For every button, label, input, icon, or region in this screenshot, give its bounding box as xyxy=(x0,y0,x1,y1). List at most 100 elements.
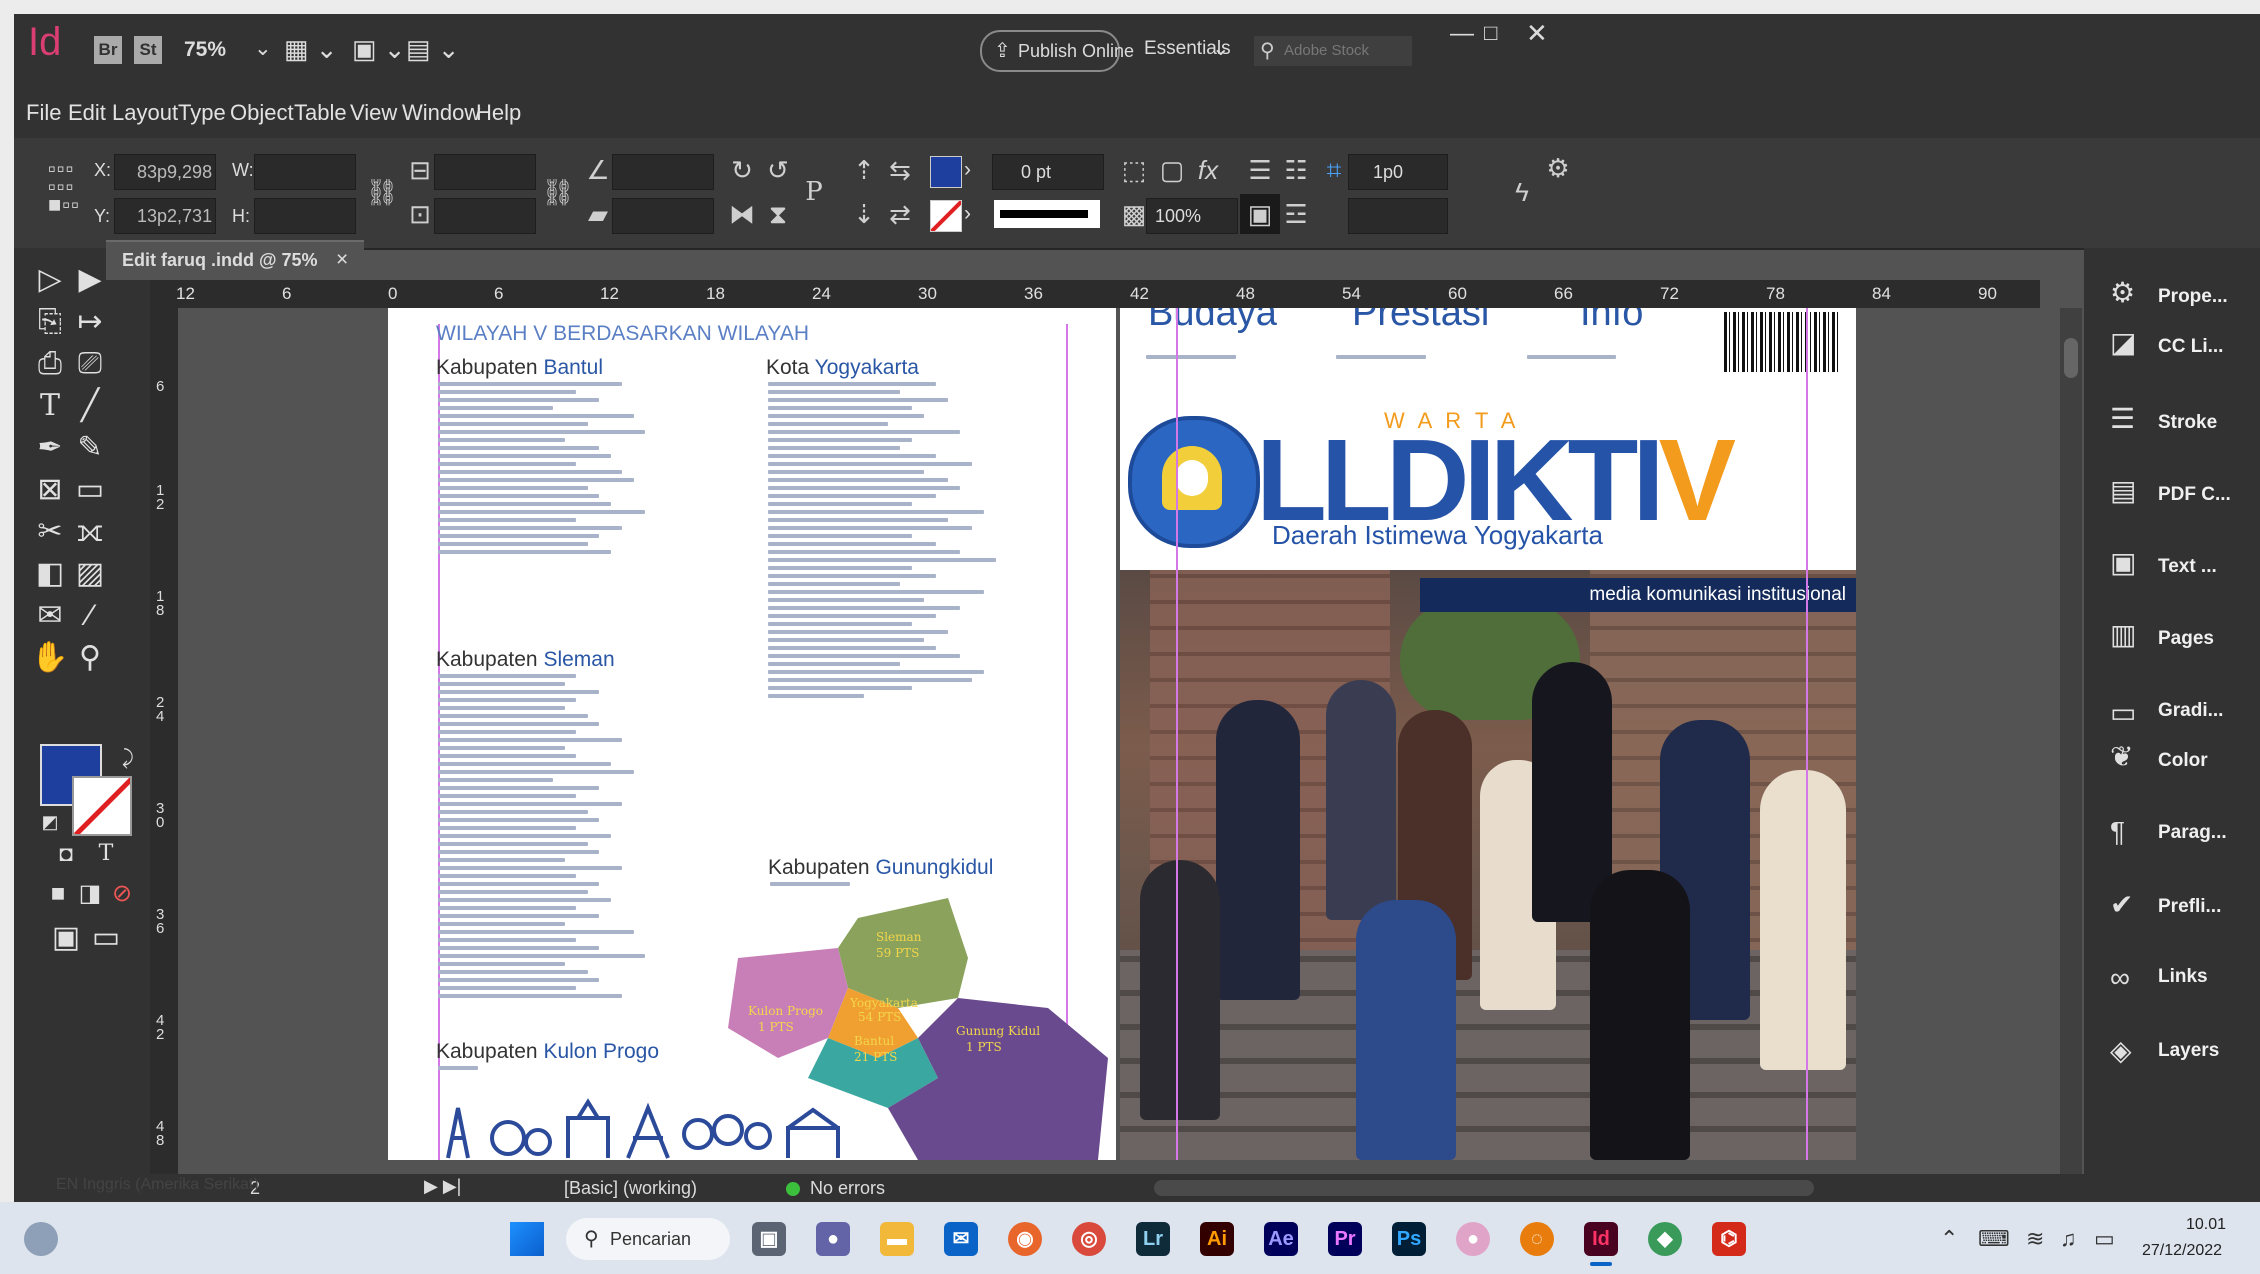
select-previous-icon[interactable]: ⇆ xyxy=(880,150,920,190)
task-view-icon[interactable]: ▣ xyxy=(752,1222,786,1256)
menu-type[interactable]: Type xyxy=(178,100,226,126)
select-content-icon[interactable]: ⇣ xyxy=(844,194,884,234)
menu-view[interactable]: View xyxy=(350,100,397,126)
menu-help[interactable]: Help xyxy=(476,100,521,126)
w-field[interactable] xyxy=(254,154,356,190)
preflight-profile[interactable]: [Basic] (working) xyxy=(564,1178,697,1199)
start-button[interactable] xyxy=(510,1222,544,1256)
scale-x-field[interactable] xyxy=(434,154,536,190)
layers-panel-icon[interactable]: ◈ xyxy=(2110,1034,2132,1067)
premiere-icon[interactable]: Pr xyxy=(1328,1222,1362,1256)
rotate-ccw-icon[interactable]: ↺ xyxy=(758,150,798,190)
flip-vertical-icon[interactable]: ⧗ xyxy=(758,194,798,234)
document-tab[interactable]: Edit faruq .indd @ 75% × xyxy=(106,240,365,280)
screen-mode-icon[interactable]: ▣ ⌄ xyxy=(352,34,406,65)
rectangle-tool-icon[interactable]: ▭ xyxy=(68,468,112,512)
panel-gradient[interactable]: Gradi... xyxy=(2158,700,2223,722)
eyedropper-tool-icon[interactable]: ⁄ xyxy=(68,594,112,638)
direction-p-icon[interactable]: P xyxy=(794,172,834,212)
settings-gear-icon[interactable]: ⚙ xyxy=(1538,148,1578,188)
cc-libraries-panel-icon[interactable]: ◪ xyxy=(2110,326,2136,359)
rotate-field[interactable] xyxy=(612,154,714,190)
content-collector-icon[interactable]: ⎙ xyxy=(28,342,72,386)
preflight-status[interactable]: No errors xyxy=(810,1178,885,1199)
illustrator-icon[interactable]: Ai xyxy=(1200,1222,1234,1256)
panel-links[interactable]: Links xyxy=(2158,966,2208,988)
zoom-tool-icon[interactable]: ⚲ xyxy=(68,636,112,680)
paint-icon[interactable]: ● xyxy=(1456,1222,1490,1256)
constrain-proportions-icon[interactable]: ⛓ xyxy=(362,172,402,212)
chrome-icon[interactable]: ◎ xyxy=(1072,1222,1106,1256)
zoom-level[interactable]: 75% xyxy=(184,38,226,62)
opacity-field[interactable]: 100% xyxy=(1146,198,1238,234)
pen-tool-icon[interactable]: ✒ xyxy=(28,426,72,470)
swap-colors-icon[interactable]: ⤸ xyxy=(106,736,150,780)
tray-chevron-icon[interactable]: ⌃ xyxy=(1940,1226,1958,1252)
free-transform-tool-icon[interactable]: ⟗ xyxy=(68,510,112,554)
select-next-icon[interactable]: ⇄ xyxy=(880,194,920,234)
close-tab-icon[interactable]: × xyxy=(336,248,348,271)
right-page-cover[interactable]: Budaya Prestasi Info W A R T A LLDIKTIV … xyxy=(1120,308,1856,1160)
arrange-documents-icon[interactable]: ▤ ⌄ xyxy=(406,34,460,65)
pencil-tool-icon[interactable]: ✎ xyxy=(68,426,112,470)
stroke-menu-chevron-icon[interactable]: › xyxy=(964,202,971,226)
after-effects-icon[interactable]: Ae xyxy=(1264,1222,1298,1256)
panel-pages[interactable]: Pages xyxy=(2158,628,2214,650)
wifi-icon[interactable]: ≋ xyxy=(2026,1226,2044,1252)
workspace-chevron-icon[interactable]: ⌄ xyxy=(1212,36,1230,61)
quick-apply-icon[interactable]: ϟ xyxy=(1502,172,1542,212)
lightroom-icon[interactable]: Lr xyxy=(1136,1222,1170,1256)
publish-online-button[interactable]: ⇪ Publish Online xyxy=(980,30,1134,72)
menu-layout[interactable]: Layout xyxy=(112,100,178,126)
mail-icon[interactable]: ✉ xyxy=(944,1222,978,1256)
file-explorer-icon[interactable]: ▬ xyxy=(880,1222,914,1256)
vertical-scrollbar[interactable] xyxy=(2060,308,2082,1174)
preview-mode-icon[interactable]: ▭ xyxy=(84,916,128,960)
panel-stroke[interactable]: Stroke xyxy=(2158,412,2217,434)
bridge-button[interactable]: Br xyxy=(94,36,122,64)
type-tool-icon[interactable]: T xyxy=(28,384,72,428)
stroke-type-dropdown[interactable] xyxy=(994,200,1100,228)
menu-table[interactable]: Table xyxy=(294,100,347,126)
scale-y-field[interactable] xyxy=(434,198,536,234)
rotate-cw-icon[interactable]: ↻ xyxy=(722,150,762,190)
close-window-icon[interactable]: ✕ xyxy=(1526,18,1548,49)
apply-none-icon[interactable]: ⊘ xyxy=(100,872,144,916)
volume-icon[interactable]: ♫ xyxy=(2060,1226,2077,1252)
text-frame-options-icon[interactable]: ⬚ xyxy=(1114,150,1154,190)
taskbar-search[interactable]: ⚲ Pencarian xyxy=(566,1218,730,1260)
weather-icon[interactable] xyxy=(24,1222,58,1256)
preflight-panel-icon[interactable]: ✔ xyxy=(2110,888,2133,921)
language-indicator[interactable]: EN Inggris (Amerika Serikat) xyxy=(56,1176,259,1194)
hand-tool-icon[interactable]: ✋ xyxy=(28,636,72,680)
content-placer-icon[interactable]: ⎚ xyxy=(68,342,112,386)
minimize-icon[interactable]: — xyxy=(1450,20,1474,48)
y-field[interactable]: 13p2,731 xyxy=(114,198,216,234)
stock-search-input[interactable]: ⚲ Adobe Stock xyxy=(1254,36,1412,66)
horizontal-scrollbar[interactable] xyxy=(1154,1180,1814,1196)
panel-paragraph[interactable]: Parag... xyxy=(2158,822,2227,844)
clock-date[interactable]: 27/12/2022 xyxy=(2142,1242,2222,1260)
page-tool-icon[interactable]: ⎘ xyxy=(28,300,72,344)
gradient-panel-icon[interactable]: ▭ xyxy=(2110,696,2136,729)
clock-time[interactable]: 10.01 xyxy=(2186,1216,2226,1234)
h-field[interactable] xyxy=(254,198,356,234)
blender-icon[interactable]: ◌ xyxy=(1520,1222,1554,1256)
acrobat-icon[interactable]: ⌬ xyxy=(1712,1222,1746,1256)
object-style-dropdown[interactable] xyxy=(1348,198,1448,234)
panel-layers[interactable]: Layers xyxy=(2158,1040,2219,1062)
panel-pdf-comments[interactable]: PDF C... xyxy=(2158,484,2231,506)
shear-field[interactable] xyxy=(612,198,714,234)
color-panel-icon[interactable]: ❦ xyxy=(2110,740,2133,773)
maximize-icon[interactable]: □ xyxy=(1484,20,1497,46)
text-wrap-panel-icon[interactable]: ▣ xyxy=(2110,546,2136,579)
panel-preflight[interactable]: Prefli... xyxy=(2158,896,2221,918)
line-tool-icon[interactable]: ╱ xyxy=(68,384,112,428)
fill-menu-chevron-icon[interactable]: › xyxy=(964,158,971,182)
fill-swatch[interactable] xyxy=(930,156,962,188)
gap-tool-icon[interactable]: ↦ xyxy=(68,300,112,344)
firefox-icon[interactable]: ◉ xyxy=(1008,1222,1042,1256)
drop-shadow-icon[interactable]: ▢ xyxy=(1152,150,1192,190)
indesign-taskbar-icon[interactable]: Id xyxy=(1584,1222,1618,1256)
view-options-icon[interactable]: ▦ ⌄ xyxy=(284,34,338,65)
